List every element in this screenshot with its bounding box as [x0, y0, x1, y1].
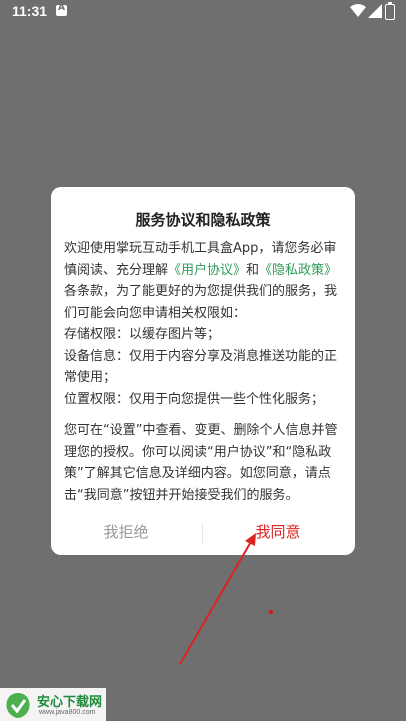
- watermark-title: 安心下载网: [37, 694, 103, 709]
- watermark-url: www.java800.com: [39, 709, 96, 716]
- watermark: 安心下载网 www.java800.com: [0, 688, 106, 721]
- annotation-arrow: [179, 533, 256, 665]
- watermark-logo-icon: [6, 693, 30, 718]
- annotation-dot: [269, 610, 273, 614]
